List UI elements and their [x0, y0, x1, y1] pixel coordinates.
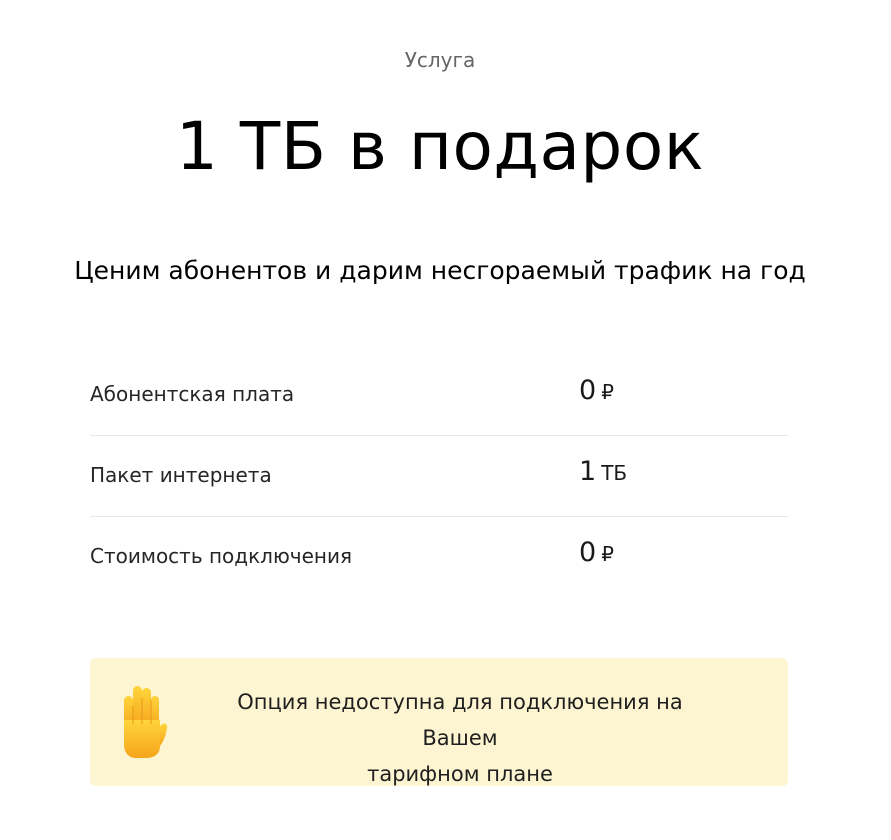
- param-label: Абонентская плата: [90, 382, 295, 406]
- param-value-unit: ₽: [601, 380, 614, 404]
- param-value-unit: ₽: [601, 542, 614, 566]
- param-label: Пакет интернета: [90, 463, 272, 487]
- param-value: 1 ТБ: [579, 456, 627, 487]
- raised-hand-icon: [116, 684, 168, 760]
- param-value-number: 0: [579, 537, 597, 568]
- unavailable-notice: Опция недоступна для подключения на Ваше…: [90, 658, 788, 786]
- param-row-fee: Абонентская плата 0 ₽: [90, 355, 788, 436]
- param-value-number: 1: [579, 456, 597, 487]
- param-value: 0 ₽: [579, 537, 614, 568]
- service-eyebrow: Услуга: [404, 48, 476, 72]
- service-page: Услуга 1 ТБ в подарок Ценим абонентов и …: [0, 0, 891, 840]
- notice-text-line2: тарифном плане: [367, 762, 553, 786]
- param-label: Стоимость подключения: [90, 544, 353, 568]
- params-list: Абонентская плата 0 ₽ Пакет интернета 1 ТБ…: [90, 355, 788, 597]
- param-value-number: 0: [579, 375, 597, 406]
- notice-text-line1: Опция недоступна для подключения на Ваше…: [237, 690, 683, 750]
- param-value-unit: ТБ: [601, 461, 628, 485]
- param-value: 0 ₽: [579, 375, 614, 406]
- page-title: 1 ТБ в подарок: [175, 108, 705, 185]
- param-row-internet: Пакет интернета 1 ТБ: [90, 436, 788, 517]
- param-row-connection: Стоимость подключения 0 ₽: [90, 517, 788, 597]
- page-subtitle: Ценим абонентов и дарим несгораемый траф…: [74, 256, 806, 285]
- notice-text: Опция недоступна для подключения на Ваше…: [210, 684, 710, 792]
